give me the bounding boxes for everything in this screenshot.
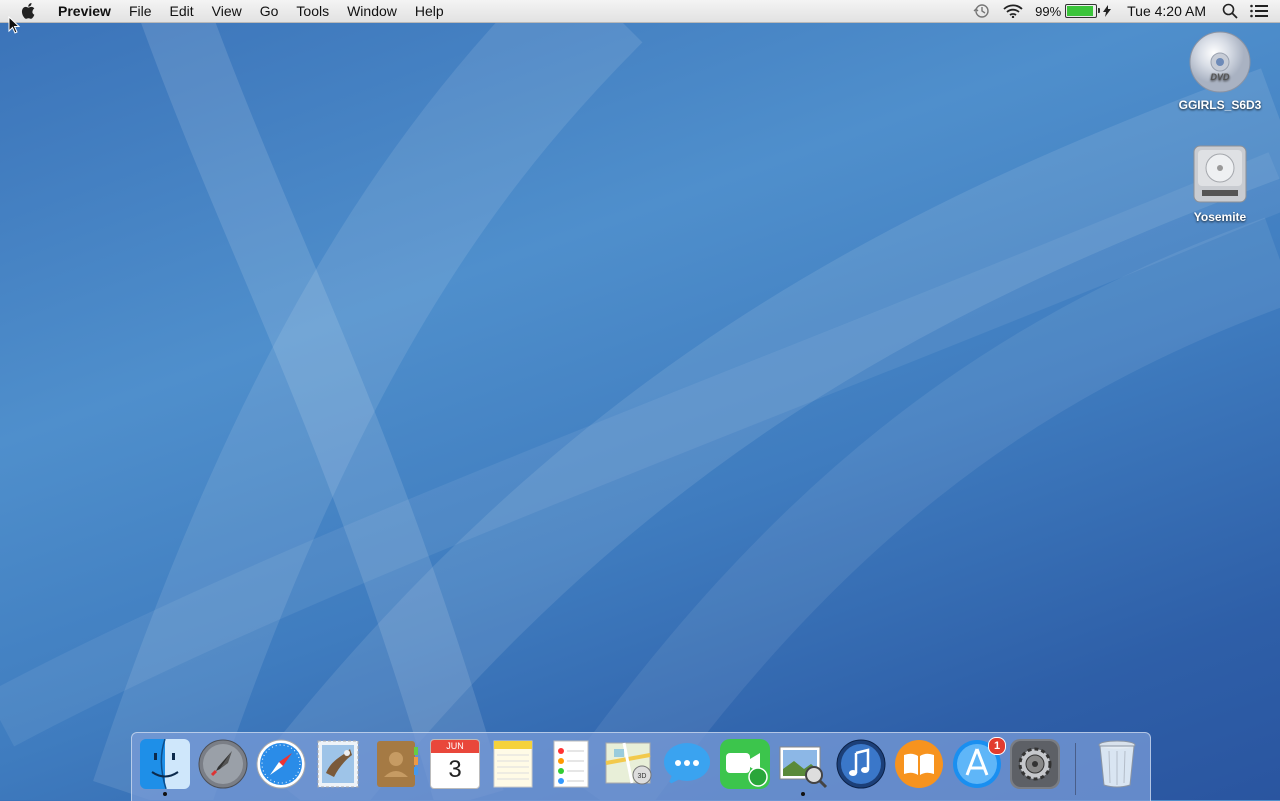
dock-item-ibooks[interactable] xyxy=(894,739,944,789)
dock-item-maps[interactable]: 3D xyxy=(604,739,654,789)
dock-item-finder[interactable] xyxy=(140,739,190,796)
hard-drive-icon xyxy=(1188,142,1252,206)
notes-icon xyxy=(488,739,538,789)
dock-item-app-store[interactable]: 1 xyxy=(952,737,1006,789)
svg-text:DVD: DVD xyxy=(1210,72,1230,82)
spotlight-search-icon[interactable] xyxy=(1216,0,1244,22)
desktop-wallpaper xyxy=(0,0,1280,800)
menu-view[interactable]: View xyxy=(203,0,251,22)
preview-icon xyxy=(778,739,828,789)
dock-item-facetime[interactable] xyxy=(720,739,770,789)
menubar-clock[interactable]: Tue 4:20 AM xyxy=(1117,0,1216,22)
mouse-cursor-icon xyxy=(8,15,21,39)
dock-item-trash[interactable] xyxy=(1092,739,1142,789)
dock-separator xyxy=(1075,743,1076,795)
notification-badge: 1 xyxy=(988,737,1006,755)
dock-item-messages[interactable] xyxy=(662,739,712,789)
desktop-icon-dvd[interactable]: DVD GGIRLS_S6D3 xyxy=(1170,30,1270,112)
itunes-icon xyxy=(836,739,886,789)
menu-tools[interactable]: Tools xyxy=(287,0,338,22)
dock-item-mail[interactable] xyxy=(314,739,364,789)
ibooks-icon xyxy=(894,739,944,789)
charging-bolt-icon xyxy=(1103,5,1112,17)
menu-window[interactable]: Window xyxy=(338,0,406,22)
finder-icon xyxy=(140,739,190,789)
desktop-icon-label: Yosemite xyxy=(1193,210,1247,224)
svg-text:3D: 3D xyxy=(638,773,647,780)
messages-icon xyxy=(662,739,712,789)
reminders-icon xyxy=(546,739,596,789)
desktop-icon-label: GGIRLS_S6D3 xyxy=(1178,98,1262,112)
notification-center-icon[interactable] xyxy=(1244,0,1280,22)
dock-item-calendar[interactable]: JUN 3 xyxy=(430,739,480,789)
time-machine-icon[interactable] xyxy=(967,0,997,22)
battery-status[interactable]: 99% xyxy=(1029,0,1117,22)
apple-menu-icon[interactable] xyxy=(17,0,39,22)
dock-item-reminders[interactable] xyxy=(546,739,596,789)
dock-item-launchpad[interactable] xyxy=(198,739,248,789)
desktop-icon-hard-drive[interactable]: Yosemite xyxy=(1170,142,1270,224)
running-indicator xyxy=(801,792,805,796)
launchpad-icon xyxy=(198,739,248,789)
menu-edit[interactable]: Edit xyxy=(161,0,203,22)
trash-icon xyxy=(1092,739,1142,789)
battery-percent: 99% xyxy=(1035,3,1062,19)
contacts-icon xyxy=(372,739,422,789)
wifi-icon[interactable] xyxy=(997,0,1029,22)
calendar-month: JUN xyxy=(431,740,479,753)
dock-item-preview[interactable] xyxy=(778,739,828,796)
menu-go[interactable]: Go xyxy=(251,0,288,22)
dock: JUN 3 3D 1 xyxy=(131,732,1151,801)
mail-icon xyxy=(314,739,364,789)
gear-icon xyxy=(1010,739,1060,789)
menu-file[interactable]: File xyxy=(120,0,161,22)
dock-item-system-preferences[interactable] xyxy=(1010,739,1060,789)
running-indicator xyxy=(163,792,167,796)
menu-bar: Preview File Edit View Go Tools Window H… xyxy=(0,0,1280,23)
calendar-day: 3 xyxy=(448,756,462,783)
dvd-icon: DVD xyxy=(1188,30,1252,94)
dock-item-safari[interactable] xyxy=(256,739,306,789)
facetime-icon xyxy=(720,739,770,789)
dock-item-contacts[interactable] xyxy=(372,739,422,789)
safari-icon xyxy=(256,739,306,789)
dock-item-itunes[interactable] xyxy=(836,739,886,789)
battery-icon xyxy=(1065,4,1101,18)
menu-app-name[interactable]: Preview xyxy=(49,0,120,22)
menu-help[interactable]: Help xyxy=(406,0,453,22)
dock-item-notes[interactable] xyxy=(488,739,538,789)
maps-icon: 3D xyxy=(604,739,654,789)
calendar-icon: JUN 3 xyxy=(430,739,480,789)
